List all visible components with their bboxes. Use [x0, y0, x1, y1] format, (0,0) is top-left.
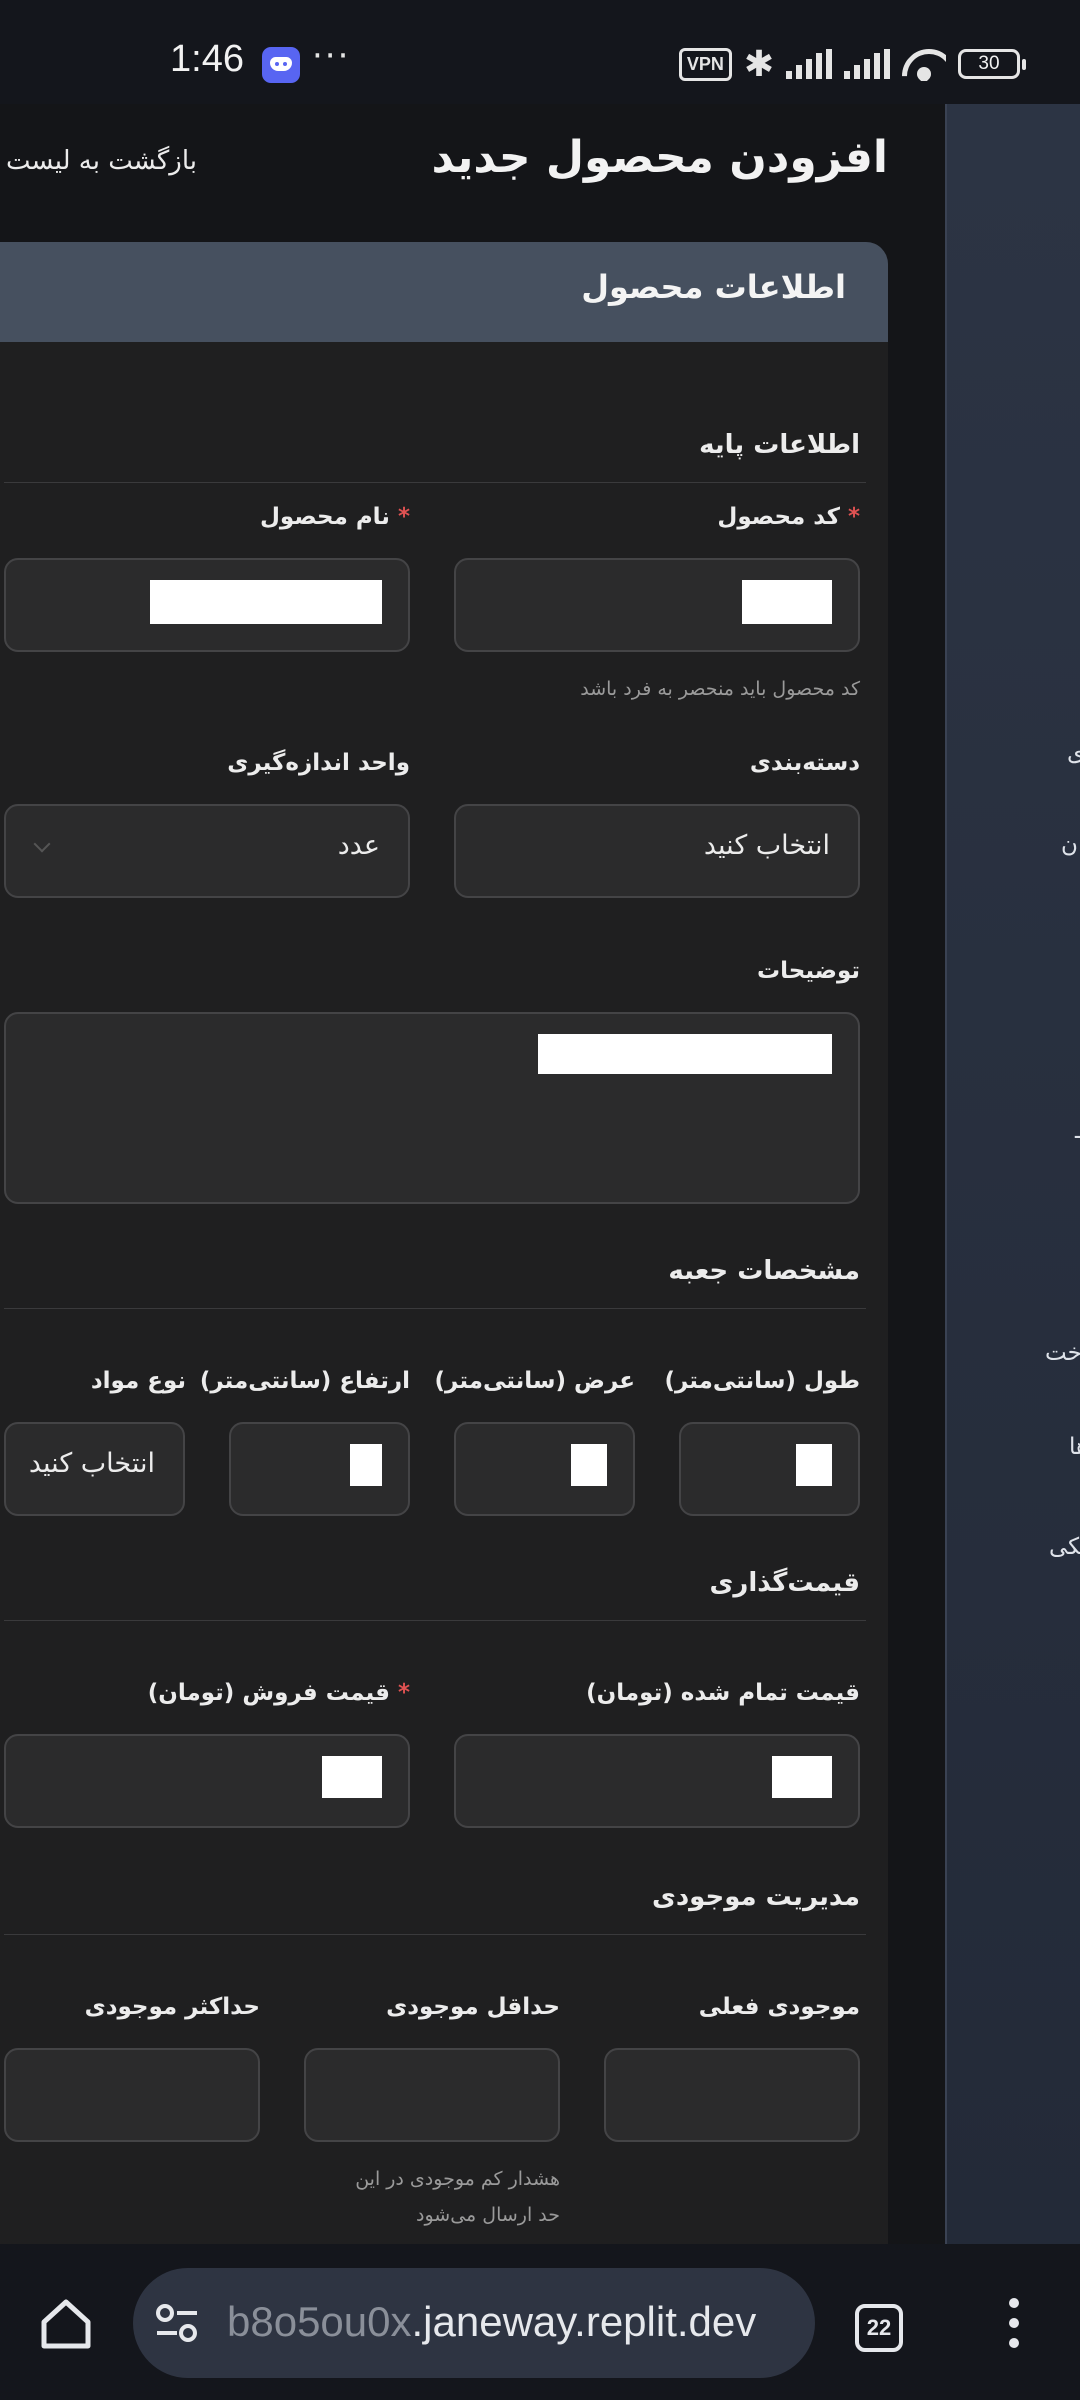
home-icon[interactable]	[38, 2296, 94, 2352]
current-stock-label: موجودی فعلی	[698, 1994, 860, 2020]
more-notifications-icon: ···	[312, 36, 351, 76]
material-select-value: انتخاب کنید	[28, 1448, 155, 1479]
category-label: دسته‌بندی	[749, 750, 860, 776]
section-divider	[4, 1620, 866, 1621]
max-stock-label: حداکثر موجودی	[84, 1994, 260, 2020]
redacted-value	[322, 1756, 382, 1798]
sidebar-item-label[interactable]: ـ	[1075, 1118, 1080, 1144]
min-stock-hint: هشدار کم موجودی در این	[355, 2168, 560, 2190]
product-name-label-text: نام محصول	[259, 504, 390, 530]
material-select[interactable]: انتخاب کنید	[4, 1422, 185, 1516]
status-bar: 1:46 ··· VPN ✱ 30	[0, 0, 1080, 104]
product-code-input[interactable]	[454, 558, 860, 652]
section-title-pricing: قیمت‌گذاری	[709, 1568, 860, 1598]
card-title: اطلاعات محصول	[581, 268, 846, 306]
page-title: افزودن محصول جدید	[431, 132, 888, 183]
wifi-icon	[902, 47, 946, 81]
redacted-value	[538, 1034, 832, 1074]
height-input[interactable]	[229, 1422, 410, 1516]
redacted-value	[742, 580, 832, 624]
url-text[interactable]: b8o5ou0x.janeway.replit.dev	[227, 2298, 756, 2346]
browser-toolbar: b8o5ou0x.janeway.replit.dev 22	[0, 2244, 1080, 2400]
max-stock-input[interactable]	[4, 2048, 260, 2142]
discord-icon	[262, 47, 300, 83]
sidebar-item-label[interactable]: ها	[1069, 1434, 1080, 1460]
product-code-hint: کد محصول باید منحصر به فرد باشد	[580, 678, 860, 700]
more-menu-icon[interactable]	[1004, 2298, 1024, 2358]
description-label: توضیحات	[757, 958, 860, 984]
tab-switcher-button[interactable]: 22	[855, 2304, 903, 2352]
section-title-inventory: مدیریت موجودی	[652, 1882, 860, 1912]
status-time: 1:46	[170, 38, 244, 80]
signal-icon	[844, 49, 890, 79]
sidebar-item-label[interactable]: خت	[1045, 1340, 1080, 1366]
back-to-list-link[interactable]: بازگشت به لیست	[6, 146, 197, 176]
redacted-value	[772, 1756, 832, 1798]
unit-select-value: عدد	[337, 830, 380, 861]
sidebar-item-label[interactable]: نکی	[1049, 1534, 1080, 1560]
category-select[interactable]: انتخاب کنید	[454, 804, 860, 898]
sidebar-item-label[interactable]: ان	[1061, 832, 1080, 858]
min-stock-hint: حد ارسال می‌شود	[416, 2204, 560, 2226]
description-textarea[interactable]	[4, 1012, 860, 1204]
vpn-icon: VPN	[678, 47, 732, 81]
section-title-box: مشخصات جعبه	[668, 1256, 860, 1286]
redacted-value	[796, 1444, 832, 1486]
status-icons: VPN ✱ 30	[678, 43, 1026, 85]
length-input[interactable]	[679, 1422, 860, 1516]
redacted-value	[150, 580, 382, 624]
required-mark: *	[397, 504, 410, 530]
min-stock-input[interactable]	[304, 2048, 560, 2142]
sale-price-input[interactable]	[4, 1734, 410, 1828]
bluetooth-icon: ✱	[743, 43, 774, 85]
signal-icon	[786, 49, 832, 79]
sale-price-label-text: قیمت فروش (تومان)	[147, 1680, 390, 1706]
card-header: اطلاعات محصول	[0, 242, 888, 342]
required-mark: *	[847, 504, 860, 530]
cost-price-input[interactable]	[454, 1734, 860, 1828]
product-code-label: * کد محصول	[717, 504, 860, 530]
url-subdomain: b8o5ou0x	[227, 2298, 412, 2345]
section-divider	[4, 1308, 866, 1309]
section-divider	[4, 482, 866, 483]
unit-label: واحد اندازه‌گیری	[227, 750, 410, 776]
url-domain: .janeway.replit.dev	[411, 2298, 757, 2345]
redacted-value	[350, 1444, 382, 1486]
product-form-card: اطلاعات محصول اطلاعات پایه * کد محصول * …	[0, 242, 888, 2244]
page: ی ان ـ خت ها نکی افزودن محصول جدید بازگش…	[0, 104, 1080, 2244]
product-name-label: * نام محصول	[260, 504, 410, 530]
chevron-down-icon	[33, 835, 51, 853]
width-label: عرض (سانتی‌متر)	[434, 1368, 635, 1394]
length-label: طول (سانتی‌متر)	[664, 1368, 860, 1394]
battery-icon: 30	[958, 49, 1026, 79]
category-select-value: انتخاب کنید	[703, 830, 830, 861]
url-bar[interactable]: b8o5ou0x.janeway.replit.dev	[133, 2268, 815, 2378]
cost-price-label: قیمت تمام شده (تومان)	[586, 1680, 860, 1706]
product-name-input[interactable]	[4, 558, 410, 652]
width-input[interactable]	[454, 1422, 635, 1516]
site-settings-icon[interactable]	[155, 2302, 199, 2344]
min-stock-label: حداقل موجودی	[386, 1994, 560, 2020]
section-title-basic: اطلاعات پایه	[699, 430, 860, 460]
sidebar[interactable]: ی ان ـ خت ها نکی	[945, 104, 1080, 2244]
unit-select[interactable]: عدد	[4, 804, 410, 898]
sale-price-label: * قیمت فروش (تومان)	[148, 1680, 410, 1706]
height-label: ارتفاع (سانتی‌متر)	[199, 1368, 410, 1394]
page-header: افزودن محصول جدید بازگشت به لیست	[0, 124, 945, 204]
product-code-label-text: کد محصول	[717, 504, 840, 530]
section-divider	[4, 1934, 866, 1935]
material-label: نوع مواد	[90, 1368, 186, 1394]
sidebar-item-label[interactable]: ی	[1067, 740, 1080, 766]
current-stock-input[interactable]	[604, 2048, 860, 2142]
required-mark: *	[397, 1680, 410, 1706]
redacted-value	[571, 1444, 607, 1486]
